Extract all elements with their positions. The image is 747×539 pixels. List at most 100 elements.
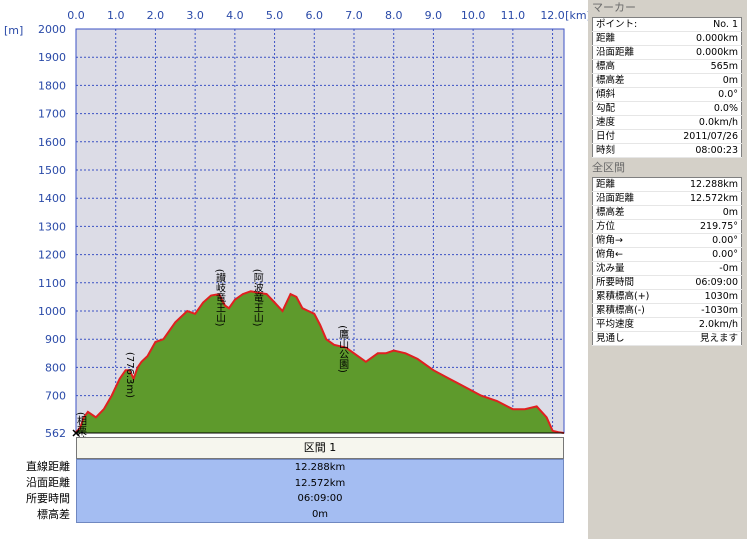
property-row: 所要時間 06:09:00 <box>592 275 742 290</box>
property-row: 沿面距離 12.572km <box>592 191 742 206</box>
property-label: 沿面距離 <box>592 191 671 206</box>
property-row: 累積標高(+) 1030m <box>592 289 742 304</box>
property-row: ポイント: No. 1 <box>592 17 742 32</box>
property-label: 日付 <box>592 129 658 144</box>
profile-panel: 0.0 1.0 2.0 3.0 4.0 5.0 6.0 7.0 8.0 9.0 10.0 11.0 12… <box>0 0 588 539</box>
property-value: 0m <box>670 205 742 220</box>
property-value: -0m <box>670 261 742 276</box>
total-section-title: 全区間 <box>588 160 747 175</box>
info-panel: マーカー ポイント: No. 1 距離 0.000km 沿面距離 0.000km 標高 565… <box>588 0 747 539</box>
property-value: 08:00:23 <box>657 143 742 158</box>
property-value: 12.288km <box>670 177 742 192</box>
segment-values: 12.288km 12.572km 06:09:00 0m <box>76 459 564 523</box>
y-tick-label: 900 <box>45 333 66 346</box>
segment-label: 直線距離 <box>26 460 70 473</box>
property-row: 標高 565m <box>592 59 742 74</box>
property-row: 時刻 08:00:23 <box>592 143 742 158</box>
property-row: 標高差 0m <box>592 205 742 220</box>
marker-table: ポイント: No. 1 距離 0.000km 沿面距離 0.000km 標高 565m 標高差 0… <box>592 17 742 158</box>
property-value: 219.75° <box>670 219 742 234</box>
property-value: 見えます <box>670 331 742 346</box>
segment-value: 06:09:00 <box>297 493 343 504</box>
property-label: 距離 <box>592 177 671 192</box>
property-value: 565m <box>657 59 742 74</box>
property-value: 0.0° <box>657 87 742 102</box>
property-row: 俯角← 0.00° <box>592 247 742 262</box>
property-row: 俯角→ 0.00° <box>592 233 742 248</box>
property-label: 俯角→ <box>592 233 671 248</box>
property-row: 速度 0.0km/h <box>592 115 742 130</box>
property-label: 傾斜 <box>592 87 658 102</box>
y-tick-label: 800 <box>45 361 66 374</box>
property-row: 平均速度 2.0km/h <box>592 317 742 332</box>
segment-label: 所要時間 <box>26 492 70 505</box>
property-value: 0.0% <box>657 101 742 116</box>
segment-label-column: 直線距離 沿面距離 所要時間 標高差 <box>0 459 76 523</box>
property-row: 標高差 0m <box>592 73 742 88</box>
peak-annotation: (阿波竜王山) <box>251 269 263 327</box>
property-value: 0.00° <box>670 247 742 262</box>
property-label: 見通し <box>592 331 671 346</box>
x-tick-label: 1.0 <box>107 9 125 22</box>
marker-section-title: マーカー <box>588 0 747 15</box>
x-tick-label: 4.0 <box>226 9 244 22</box>
x-tick-label: 12.0 <box>540 9 565 22</box>
property-label: 標高差 <box>592 73 658 88</box>
property-value: 0.0km/h <box>657 115 742 130</box>
y-tick-label: 1700 <box>38 108 66 121</box>
property-label: 標高差 <box>592 205 671 220</box>
property-label: 累積標高(-) <box>592 303 671 318</box>
y-tick-label: 1200 <box>38 249 66 262</box>
property-label: 勾配 <box>592 101 658 116</box>
property-label: 累積標高(+) <box>592 289 671 304</box>
property-label: ポイント: <box>592 17 658 32</box>
property-row: 見通し 見えます <box>592 331 742 346</box>
x-tick-label: 3.0 <box>186 9 204 22</box>
property-row: 日付 2011/07/26 <box>592 129 742 144</box>
segment-label: 沿面距離 <box>26 476 70 489</box>
property-value: 2.0km/h <box>670 317 742 332</box>
elevation-chart[interactable]: 0.0 1.0 2.0 3.0 4.0 5.0 6.0 7.0 8.0 9.0 10.0 11.0 12… <box>0 0 588 437</box>
property-row: 方位 219.75° <box>592 219 742 234</box>
segment-header[interactable]: 区間 1 <box>76 437 564 459</box>
x-tick-label: 9.0 <box>425 9 443 22</box>
property-value: 0.000km <box>657 45 742 60</box>
x-tick-label: 11.0 <box>501 9 526 22</box>
property-label: 方位 <box>592 219 671 234</box>
property-row: 傾斜 0.0° <box>592 87 742 102</box>
y-tick-label: 1400 <box>38 192 66 205</box>
property-label: 俯角← <box>592 247 671 262</box>
x-unit-label: [km] <box>565 9 588 22</box>
property-label: 標高 <box>592 59 658 74</box>
x-tick-label: 6.0 <box>306 9 324 22</box>
property-row: 距離 12.288km <box>592 177 742 192</box>
x-tick-label: 8.0 <box>385 9 403 22</box>
y-tick-label: 1300 <box>38 220 66 233</box>
property-value: 0m <box>657 73 742 88</box>
property-label: 所要時間 <box>592 275 671 290</box>
y-unit-label: [m] <box>4 24 23 37</box>
property-value: 1030m <box>670 289 742 304</box>
property-row: 距離 0.000km <box>592 31 742 46</box>
x-tick-label: 10.0 <box>461 9 486 22</box>
y-tick-label: 1900 <box>38 51 66 64</box>
property-row: 沿面距離 0.000km <box>592 45 742 60</box>
y-tick-label: 2000 <box>38 23 66 36</box>
y-tick-label: 1800 <box>38 79 66 92</box>
property-label: 時刻 <box>592 143 658 158</box>
property-label: 沈み量 <box>592 261 671 276</box>
segment-value: 12.572km <box>294 477 346 489</box>
x-tick-label: 5.0 <box>266 9 284 22</box>
property-label: 速度 <box>592 115 658 130</box>
property-label: 平均速度 <box>592 317 671 332</box>
property-value: 0.000km <box>657 31 742 46</box>
property-label: 距離 <box>592 31 658 46</box>
y-tick-label: 700 <box>45 390 66 403</box>
x-tick-label: 2.0 <box>147 9 165 22</box>
x-tick-label: 7.0 <box>345 9 363 22</box>
segment-value: 0m <box>311 508 329 520</box>
property-row: 沈み量 -0m <box>592 261 742 276</box>
y-tick-label: 1600 <box>38 136 66 149</box>
y-tick-label: 1100 <box>38 277 66 290</box>
property-value: 0.00° <box>670 233 742 248</box>
